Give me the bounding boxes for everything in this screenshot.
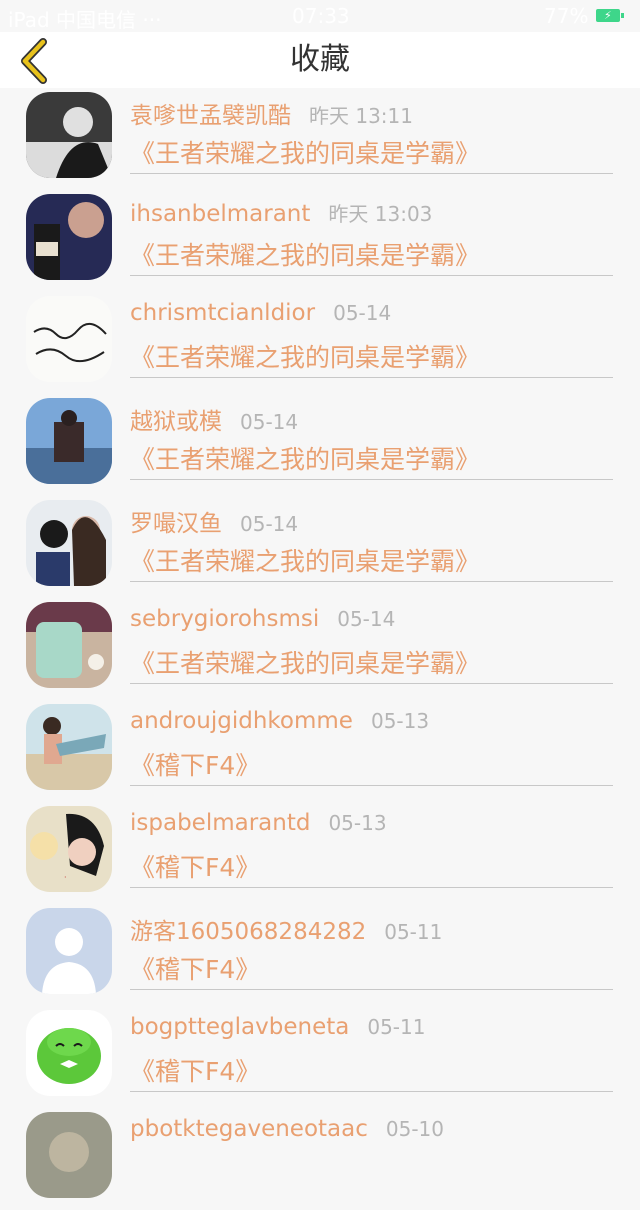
list-item[interactable]: pbotktegaveneotaac 05-10 <box>0 1108 640 1210</box>
timestamp: 05-14 <box>333 301 392 325</box>
user-name: sebrygiorohsmsi <box>130 606 320 632</box>
avatar <box>26 602 112 688</box>
divider <box>130 1091 613 1092</box>
list-item[interactable]: 罗嘬汉鱼 05-14 《王者荣耀之我的同桌是学霸》 <box>0 496 640 598</box>
avatar <box>26 92 112 178</box>
list-item[interactable]: · ispabelmarantd 05-13 《稽下F4》 <box>0 802 640 904</box>
timestamp: 05-14 <box>240 410 299 434</box>
book-title: 《稽下F4》 <box>130 955 261 984</box>
user-name: 越狱或模 <box>130 409 222 435</box>
timestamp: 昨天 13:03 <box>328 202 433 226</box>
chevron-left-icon <box>21 38 47 84</box>
list-item[interactable]: androujgidhkomme 05-13 《稽下F4》 <box>0 700 640 802</box>
book-title: 《王者荣耀之我的同桌是学霸》 <box>130 241 481 270</box>
timestamp: 05-13 <box>370 709 430 733</box>
timestamp: 05-11 <box>384 920 443 944</box>
timestamp: 05-14 <box>337 607 396 631</box>
user-name: bogptteglavbeneta <box>130 1014 350 1040</box>
divider <box>130 683 613 684</box>
book-title: 《王者荣耀之我的同桌是学霸》 <box>130 445 481 474</box>
navigation-bar: 收藏 <box>0 32 640 88</box>
list-item[interactable]: chrismtcianldior 05-14 《王者荣耀之我的同桌是学霸》 <box>0 292 640 394</box>
book-title: 《王者荣耀之我的同桌是学霸》 <box>130 139 481 168</box>
book-title: 《王者荣耀之我的同桌是学霸》 <box>130 547 481 576</box>
carrier-label: iPad 中国电信 ··· <box>8 8 162 32</box>
user-name: ispabelmarantd <box>130 810 311 836</box>
user-name: 罗嘬汉鱼 <box>130 511 222 537</box>
divider <box>130 377 613 378</box>
divider <box>130 581 613 582</box>
svg-text:·: · <box>64 873 67 882</box>
list-item[interactable]: 越狱或模 05-14 《王者荣耀之我的同桌是学霸》 <box>0 394 640 496</box>
timestamp: 昨天 13:11 <box>309 104 413 128</box>
user-name: 袁嗲世孟襞凯酷 <box>130 103 291 129</box>
divider <box>130 989 613 990</box>
user-name: ihsanbelmarant <box>130 201 311 227</box>
avatar: · <box>26 806 112 892</box>
avatar <box>26 704 112 790</box>
avatar <box>26 1112 112 1198</box>
book-title: 《稽下F4》 <box>130 751 261 780</box>
book-title: 《王者荣耀之我的同桌是学霸》 <box>130 343 481 372</box>
status-bar: iPad 中国电信 ··· 07:33 77% ⚡ <box>0 0 640 32</box>
book-title: 《稽下F4》 <box>130 853 261 882</box>
list-item[interactable]: 袁嗲世孟襞凯酷 昨天 13:11 《王者荣耀之我的同桌是学霸》 <box>0 88 640 190</box>
list-item[interactable]: bogptteglavbeneta 05-11 《稽下F4》 <box>0 1006 640 1108</box>
user-name: 游客1605068284282 <box>130 919 367 945</box>
avatar <box>26 908 112 994</box>
back-button[interactable] <box>14 38 54 84</box>
avatar <box>26 398 112 484</box>
clock: 07:33 <box>292 4 350 28</box>
divider <box>130 887 613 888</box>
user-name: androujgidhkomme <box>130 708 353 734</box>
timestamp: 05-14 <box>240 512 299 536</box>
page-title: 收藏 <box>290 42 350 77</box>
battery-charging-icon: ⚡ <box>596 9 624 22</box>
avatar <box>26 1010 112 1096</box>
avatar <box>26 296 112 382</box>
user-name: chrismtcianldior <box>130 300 316 326</box>
timestamp: 05-13 <box>328 811 387 835</box>
divider <box>130 785 613 786</box>
list-item[interactable]: ihsanbelmarant 昨天 13:03 《王者荣耀之我的同桌是学霸》 <box>0 190 640 292</box>
book-title: 《王者荣耀之我的同桌是学霸》 <box>130 649 481 678</box>
timestamp: 05-11 <box>367 1015 426 1039</box>
battery-percent: 77% <box>544 4 589 28</box>
timestamp: 05-10 <box>385 1117 445 1141</box>
user-name: pbotktegaveneotaac <box>130 1116 368 1142</box>
list-item[interactable]: sebrygiorohsmsi 05-14 《王者荣耀之我的同桌是学霸》 <box>0 598 640 700</box>
book-title: 《稽下F4》 <box>130 1057 261 1086</box>
list-item[interactable]: 游客1605068284282 05-11 《稽下F4》 <box>0 904 640 1006</box>
avatar <box>26 194 112 280</box>
avatar <box>26 500 112 586</box>
divider <box>130 173 613 174</box>
divider <box>130 275 613 276</box>
divider <box>130 479 613 480</box>
